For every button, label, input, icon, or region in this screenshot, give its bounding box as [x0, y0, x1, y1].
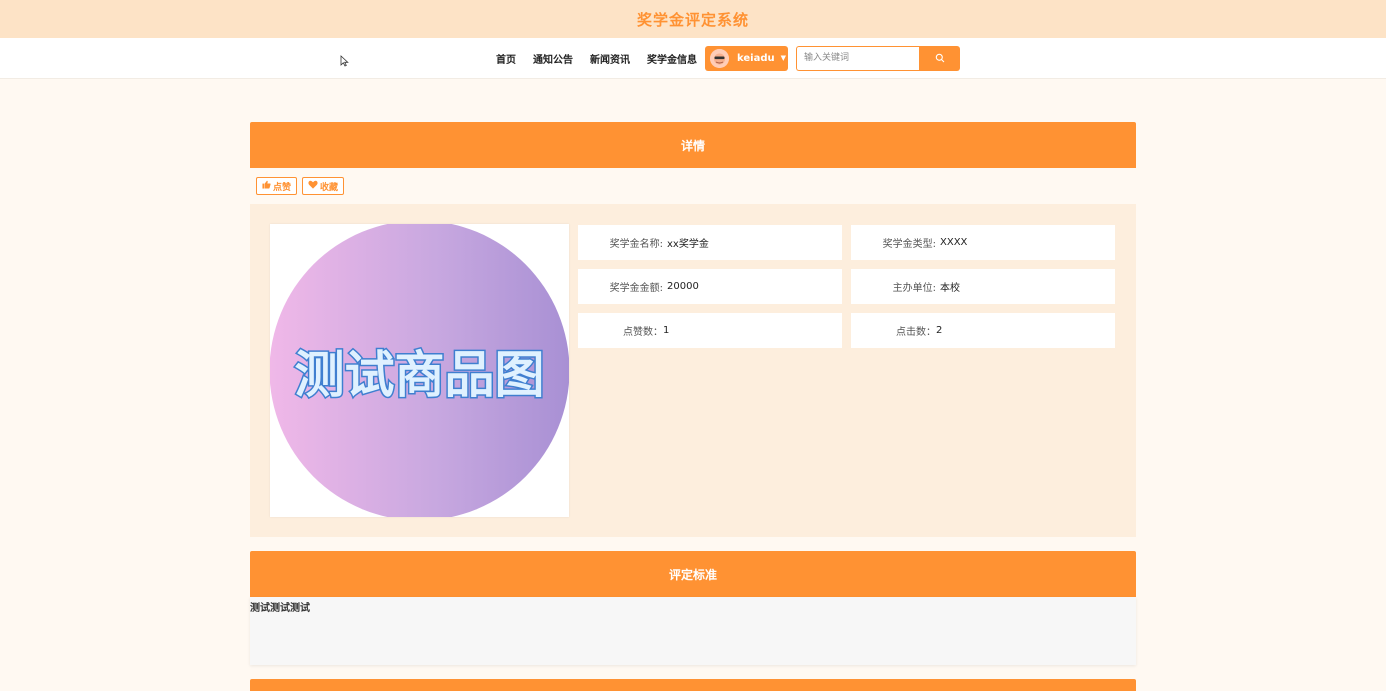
username: keiadu [737, 52, 775, 64]
search-input[interactable] [796, 45, 919, 71]
nav-item-notices[interactable]: 通知公告 [533, 51, 573, 66]
standard-body: 测试测试测试 [250, 597, 1136, 665]
search-button[interactable] [919, 45, 960, 71]
field-value: XXXX [940, 237, 968, 248]
nav-item-home[interactable]: 首页 [496, 51, 516, 66]
info-grid: 奖学金名称: xx奖学金 奖学金类型: XXXX 奖学金金额: 20000 主办… [578, 225, 1115, 348]
field-value: 20000 [667, 281, 699, 292]
product-image-text: 测试商品图 [295, 346, 545, 404]
standard-header-title: 评定标准 [668, 567, 717, 582]
next-section-header [250, 679, 1136, 691]
mouse-cursor-icon [340, 52, 349, 71]
product-image: 测试商品图 [270, 224, 569, 517]
field-organizer: 主办单位: 本校 [851, 269, 1115, 304]
standard-content: 测试测试测试 [250, 603, 310, 614]
main-container: 详情 点赞 收藏 测试商品图 奖学金名称: xx奖学金 奖学金类型: XXXX … [250, 122, 1136, 691]
nav-links: 首页 通知公告 新闻资讯 奖学金信息 [496, 51, 705, 66]
field-value: xx奖学金 [667, 239, 709, 250]
field-label: 奖学金金额: [609, 283, 663, 294]
nav-item-scholarship-info[interactable]: 奖学金信息 [647, 51, 697, 66]
search-box [796, 45, 960, 71]
field-click-count: 点击数： 2 [851, 313, 1115, 348]
field-label: 奖学金类型: [882, 239, 936, 250]
collect-label: 收藏 [320, 182, 339, 193]
navbar: 首页 通知公告 新闻资讯 奖学金信息 keiadu ▼ [0, 38, 1386, 79]
top-banner: 奖学金评定系统 [0, 0, 1386, 38]
thumbs-up-icon [262, 180, 273, 192]
field-value: 2 [936, 325, 943, 336]
heart-icon [308, 180, 320, 192]
field-label: 点赞数： [623, 327, 663, 338]
detail-header-title: 详情 [680, 138, 705, 153]
like-button[interactable]: 点赞 [256, 177, 298, 195]
field-label: 主办单位: [892, 283, 936, 294]
standard-section: 评定标准 测试测试测试 [250, 551, 1136, 665]
action-row: 点赞 收藏 [250, 168, 1136, 204]
detail-panel: 测试商品图 奖学金名称: xx奖学金 奖学金类型: XXXX 奖学金金额: 20… [250, 204, 1136, 537]
site-title: 奖学金评定系统 [636, 10, 749, 29]
like-label: 点赞 [273, 182, 292, 193]
field-like-count: 点赞数： 1 [578, 313, 842, 348]
caret-down-icon: ▼ [780, 54, 787, 62]
field-scholarship-amount: 奖学金金额: 20000 [578, 269, 842, 304]
nav-item-news[interactable]: 新闻资讯 [590, 51, 630, 66]
field-value: 本校 [940, 283, 960, 294]
field-scholarship-type: 奖学金类型: XXXX [851, 225, 1115, 260]
collect-button[interactable]: 收藏 [302, 177, 345, 195]
user-menu-button[interactable]: keiadu ▼ [705, 45, 788, 71]
field-label: 奖学金名称: [609, 239, 663, 250]
avatar [710, 48, 729, 68]
field-scholarship-name: 奖学金名称: xx奖学金 [578, 225, 842, 260]
search-icon [935, 51, 945, 66]
field-label: 点击数： [896, 327, 936, 338]
standard-header: 评定标准 [250, 551, 1136, 597]
field-value: 1 [663, 325, 670, 336]
detail-header: 详情 [250, 122, 1136, 168]
